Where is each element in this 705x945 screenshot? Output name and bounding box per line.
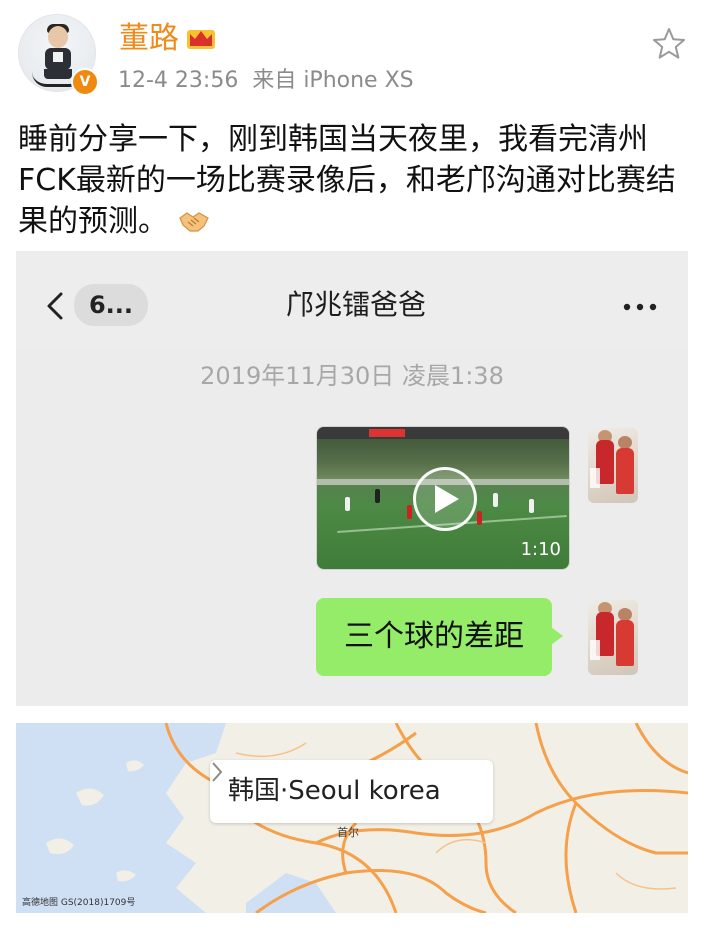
- play-icon: [435, 485, 459, 513]
- post-text: 睡前分享一下，刚到韩国当天夜里，我看完清州FCK最新的一场比赛录像后，和老邝沟通…: [18, 119, 688, 242]
- video-broadcast-tag: [369, 429, 405, 437]
- location-map[interactable]: 首尔 韩国·Seoul korea 高德地图 GS(2018)1709号: [16, 723, 688, 913]
- star-favorite-icon[interactable]: [651, 26, 687, 62]
- more-icon: [623, 303, 657, 311]
- avatar-mark: [590, 640, 600, 660]
- video-player: [345, 497, 350, 511]
- sender-avatar: [588, 600, 638, 675]
- post-body: 睡前分享一下，刚到韩国当天夜里，我看完清州FCK最新的一场比赛录像后，和老邝沟通…: [18, 122, 676, 239]
- username[interactable]: 董路: [119, 21, 179, 57]
- chat-screenshot[interactable]: 6... 邝兆镭爸爸 2019年11月30日 凌晨1:38 1:10 三个球的差…: [16, 251, 688, 706]
- post-source[interactable]: 来自 iPhone XS: [252, 68, 413, 93]
- sender-avatar: [588, 428, 638, 503]
- post-time: 12-4 23:56: [118, 68, 239, 93]
- handshake-emoji-icon: [178, 212, 209, 232]
- avatar-figure-body: [616, 448, 634, 494]
- message-bubble-tail: [551, 627, 563, 645]
- crown-icon: [187, 30, 215, 49]
- avatar-figure-head: [48, 26, 68, 48]
- location-chip[interactable]: 韩国·Seoul korea: [210, 760, 493, 823]
- video-message-thumbnail: 1:10: [317, 427, 569, 569]
- video-player: [407, 505, 412, 519]
- back-unread-count: 6...: [74, 284, 148, 326]
- verified-badge-icon: V: [71, 68, 99, 96]
- back-chevron-icon: [47, 292, 63, 320]
- video-player: [477, 511, 482, 525]
- avatar-figure-body: [616, 620, 634, 666]
- chevron-right-icon: [212, 762, 223, 782]
- map-credit: 高德地图 GS(2018)1709号: [22, 898, 136, 908]
- chat-title: 邝兆镭爸爸: [285, 288, 426, 321]
- video-scoreboard: [317, 427, 569, 439]
- video-player: [493, 493, 498, 507]
- map-city-label: 首尔: [337, 826, 359, 839]
- video-player: [375, 489, 380, 503]
- chat-timestamp: 2019年11月30日 凌晨1:38: [200, 362, 504, 390]
- video-player: [529, 499, 534, 513]
- avatar-mark: [590, 468, 600, 488]
- location-label: 韩国·Seoul korea: [228, 776, 441, 806]
- message-bubble: 三个球的差距: [316, 598, 552, 676]
- avatar-figure-body: [45, 48, 71, 70]
- post-meta: 12-4 23:56 来自 iPhone XS: [118, 68, 414, 94]
- video-duration: 1:10: [520, 539, 561, 560]
